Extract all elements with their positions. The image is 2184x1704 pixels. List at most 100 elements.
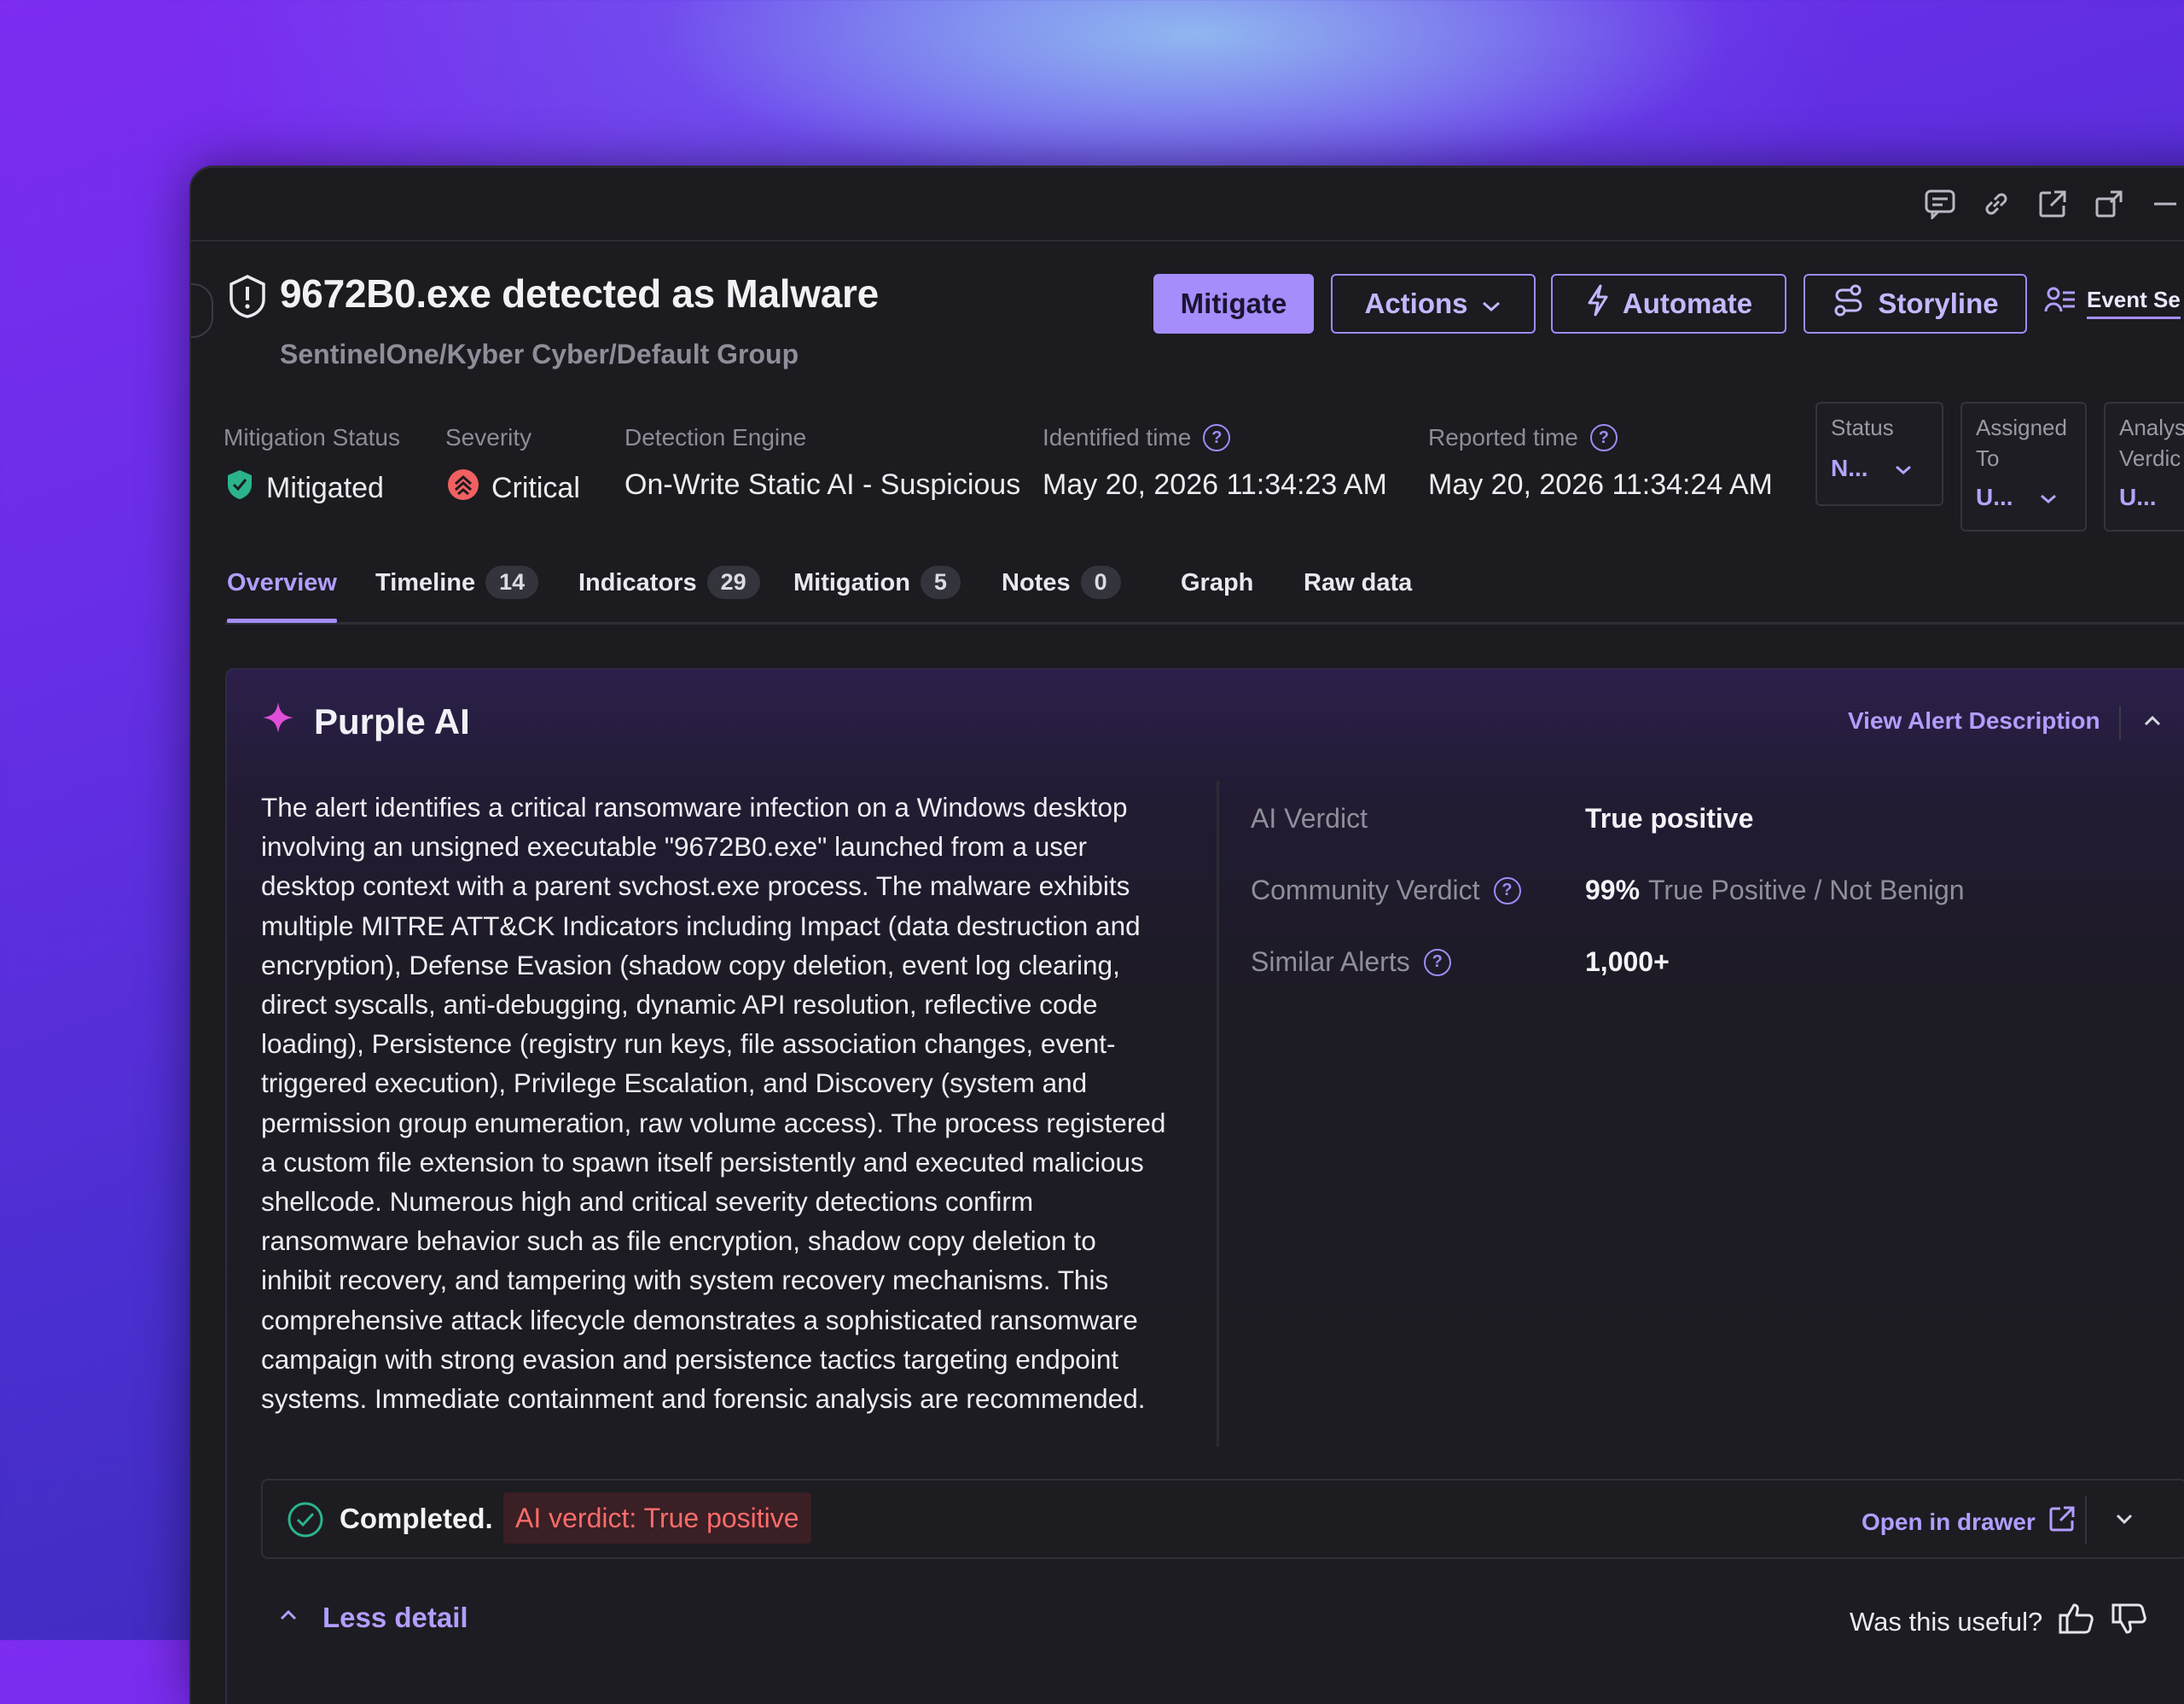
minimize-icon[interactable] — [2146, 187, 2181, 221]
check-circle-icon — [287, 1501, 324, 1543]
view-alert-description-link[interactable]: View Alert Description — [1848, 707, 2100, 735]
tab-mitigation[interactable]: Mitigation 5 — [793, 566, 961, 620]
less-detail-label: Less detail — [322, 1602, 468, 1633]
analyst-verdict-dropdown[interactable]: Analys Verdic U... — [2104, 402, 2184, 532]
purple-ai-title: Purple AI — [314, 701, 470, 742]
tab-overview-label: Overview — [227, 569, 337, 596]
community-verdict-text: Community Verdict — [1251, 875, 1480, 905]
similar-alerts-text: Similar Alerts — [1251, 946, 1410, 977]
storyline-icon — [1832, 283, 1866, 324]
mitigate-label: Mitigate — [1180, 288, 1287, 319]
detection-engine-value: On-Write Static AI - Suspicious — [624, 468, 1021, 501]
chevron-down-icon — [1480, 288, 1502, 320]
detection-engine-label: Detection Engine — [624, 424, 807, 451]
community-pct: 99% — [1585, 875, 1641, 905]
tab-graph-label: Graph — [1181, 569, 1254, 596]
chevron-up-icon — [276, 1602, 300, 1634]
tab-overview[interactable]: Overview — [227, 569, 337, 623]
chevron-up-icon[interactable] — [2140, 704, 2165, 742]
event-search-icon — [2044, 286, 2077, 321]
tab-notes[interactable]: Notes 0 — [1002, 566, 1121, 620]
similar-alerts-label: Similar Alerts ? — [1251, 946, 1451, 978]
chevron-down-icon[interactable] — [2112, 1506, 2136, 1536]
divider — [1217, 781, 1219, 1446]
summary-line: shellcode. Numerous high and critical se… — [261, 1186, 1034, 1218]
summary-line: campaign with strong evasion and persist… — [261, 1343, 1119, 1375]
feedback-prompt: Was this useful? — [1850, 1602, 2148, 1643]
purple-ai-header: Purple AI — [261, 701, 470, 743]
alert-details-window: 9672B0.exe detected as Malware SentinelO… — [189, 166, 2184, 1704]
ai-verdict-value: True positive — [1585, 803, 1754, 834]
summary-line: a custom file extension to spawn itself … — [261, 1146, 1144, 1178]
identified-time-text: Identified time — [1043, 424, 1192, 451]
summary-line: ransomware behavior such as file encrypt… — [261, 1225, 1096, 1257]
mitigation-status-text: Mitigated — [266, 472, 384, 504]
summary-line: involving an unsigned executable "9672B0… — [261, 831, 1088, 863]
community-verdict-detail: True Positive / Not Benign — [1648, 875, 1965, 905]
chevron-down-icon — [1894, 455, 1913, 482]
thumbs-up-icon[interactable] — [2058, 1602, 2095, 1643]
count-badge: 5 — [920, 566, 961, 599]
assigned-label-1: Assigned — [1976, 415, 2067, 440]
reported-time-label: Reported time ? — [1428, 424, 1618, 451]
status-dropdown-value: N... — [1831, 455, 1928, 482]
completed-text: Completed. — [340, 1503, 493, 1534]
tab-indicators-label: Indicators — [578, 569, 697, 596]
automate-button[interactable]: Automate — [1551, 274, 1786, 334]
assigned-value: U... — [1976, 484, 2071, 511]
expand-icon[interactable] — [2092, 187, 2126, 221]
open-in-drawer-link[interactable]: Open in drawer — [1862, 1504, 2077, 1539]
summary-line: direct syscalls, anti-debugging, dynamic… — [261, 989, 1098, 1021]
verdict-label-2: Verdic — [2119, 445, 2181, 471]
link-icon[interactable] — [1979, 187, 2013, 221]
reported-time-text: Reported time — [1428, 424, 1578, 451]
open-external-icon — [2048, 1504, 2077, 1539]
help-icon[interactable]: ? — [1423, 948, 1451, 976]
similar-alerts-value: 1,000+ — [1585, 946, 1670, 977]
tab-raw-data[interactable]: Raw data — [1304, 569, 1412, 620]
mitigate-button[interactable]: Mitigate — [1153, 274, 1314, 334]
actions-button[interactable]: Actions — [1331, 274, 1536, 334]
less-detail-toggle[interactable]: Less detail — [276, 1602, 468, 1634]
status-dropdown-label: Status — [1831, 415, 1894, 440]
community-verdict-value: 99% True Positive / Not Benign — [1585, 875, 1965, 906]
mitigation-status-value: Mitigated — [225, 468, 384, 509]
summary-line: systems. Immediate containment and foren… — [261, 1383, 1146, 1415]
summary-line: triggered execution), Privilege Escalati… — [261, 1067, 1088, 1099]
ai-status-bar: Completed. AI verdict: True positive Ope… — [261, 1479, 2184, 1559]
divider — [2085, 1496, 2087, 1544]
open-in-drawer-label: Open in drawer — [1862, 1508, 2036, 1535]
summary-line: loading), Persistence (registry run keys… — [261, 1028, 1116, 1060]
help-icon[interactable]: ? — [1493, 876, 1521, 904]
alert-tabs: Overview Timeline 14 Indicators 29 Mitig… — [225, 566, 2184, 625]
storyline-button[interactable]: Storyline — [1804, 274, 2027, 334]
actions-label: Actions — [1364, 288, 1468, 319]
help-icon[interactable]: ? — [1203, 424, 1231, 451]
help-icon[interactable]: ? — [1589, 424, 1618, 451]
tab-notes-label: Notes — [1002, 569, 1071, 596]
feedback-text: Was this useful? — [1850, 1607, 2043, 1637]
ai-verdict-label: AI Verdict — [1251, 803, 1368, 834]
assigned-label-2: To — [1976, 445, 2000, 471]
identified-time-value: May 20, 2026 11:34:23 AM — [1043, 468, 1387, 501]
purple-ai-panel: Purple AI View Alert Description The ale… — [225, 668, 2184, 1704]
alert-scope-path: SentinelOne/Kyber Cyber/Default Group — [280, 339, 799, 369]
verdict-label-1: Analys — [2119, 415, 2184, 440]
open-external-icon[interactable] — [2036, 187, 2070, 221]
notes-icon[interactable] — [1923, 187, 1957, 221]
summary-line: permission group enumeration, raw volume… — [261, 1107, 1166, 1138]
alert-exclamation-icon — [225, 274, 270, 318]
thumbs-down-icon[interactable] — [2111, 1602, 2148, 1643]
summary-line: inhibit recovery, and tampering with sys… — [261, 1265, 1109, 1296]
sparkle-icon — [261, 701, 295, 743]
collapse-panel-handle[interactable] — [191, 283, 213, 338]
tab-timeline[interactable]: Timeline 14 — [375, 566, 539, 620]
event-search-link[interactable]: Event Se — [2044, 279, 2181, 327]
storyline-label: Storyline — [1878, 288, 1999, 319]
tab-graph[interactable]: Graph — [1181, 569, 1253, 620]
shield-check-icon — [225, 468, 254, 509]
assigned-to-dropdown[interactable]: Assigned To U... — [1960, 402, 2087, 532]
alert-title: 9672B0.exe detected as Malware — [280, 271, 879, 316]
tab-indicators[interactable]: Indicators 29 — [578, 566, 760, 620]
status-dropdown[interactable]: Status N... — [1815, 402, 1943, 506]
